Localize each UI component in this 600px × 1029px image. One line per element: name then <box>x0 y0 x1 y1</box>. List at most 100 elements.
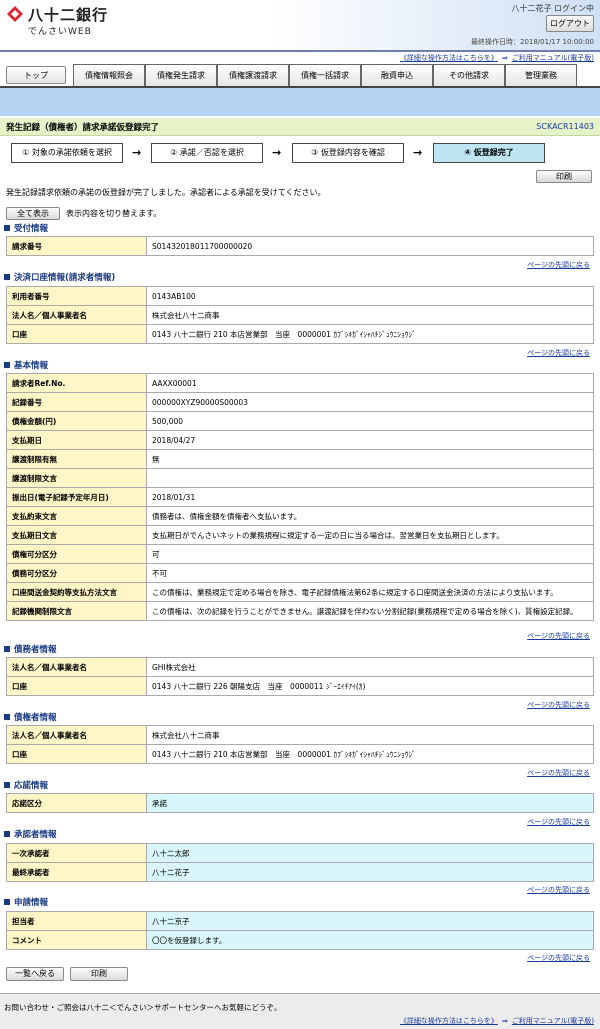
field-label: 請求番号 <box>6 236 147 256</box>
field-label: 譲渡制限有無 <box>6 449 147 469</box>
table-row: 債務可分区分 不可 <box>6 563 594 583</box>
table-row: 口座 0143 八十二銀行 210 本店営業部 当座 0000001 ｶﾌﾞｼｷｶ… <box>6 744 594 764</box>
approver-table: 一次承認者 八十二太郎 最終承認者 八十二花子 <box>6 843 594 882</box>
tab-other-request[interactable]: その他請求 <box>433 64 505 86</box>
field-value: 可 <box>146 544 594 564</box>
section-creditor-heading: 債権者情報 <box>4 711 57 723</box>
step-arrow-icon: → <box>132 146 142 159</box>
field-label: 債務可分区分 <box>6 563 147 583</box>
field-value: 0143 八十二銀行 210 本店営業部 当座 0000001 ｶﾌﾞｼｷｶﾞｲ… <box>146 744 594 764</box>
field-label: 口座 <box>6 744 147 764</box>
section-approver-heading: 承認者情報 <box>4 828 57 840</box>
field-value: 0143AB100 <box>146 286 594 306</box>
field-label: 最終承認者 <box>6 862 147 882</box>
square-bullet-icon <box>4 362 10 368</box>
table-row: 法人名／個人事業者名 株式会社八十二商事 <box>6 305 594 325</box>
section-title: 基本情報 <box>14 361 49 371</box>
back-to-top-link[interactable]: ページの先頭に戻る <box>527 817 590 827</box>
detail-help-link[interactable]: 《詳細な操作方法はこちらを》 <box>400 1017 498 1025</box>
table-row: 一次承認者 八十二太郎 <box>6 843 594 863</box>
field-label: コメント <box>6 930 147 950</box>
section-receipt-heading: 受付情報 <box>4 222 48 234</box>
show-all-button[interactable]: 全て表示 <box>6 207 60 220</box>
tab-top[interactable]: トップ <box>6 66 66 84</box>
manual-link[interactable]: ご利用マニュアル(電子版) <box>512 54 594 62</box>
field-label: 利用者番号 <box>6 286 147 306</box>
back-to-top-link[interactable]: ページの先頭に戻る <box>527 260 590 270</box>
table-row: コメント 〇〇を仮登録します。 <box>6 930 594 950</box>
print-button-top[interactable]: 印刷 <box>536 170 592 183</box>
tab-loan-application[interactable]: 融資申込 <box>361 64 433 86</box>
step-4-current: ④ 仮登録完了 <box>433 143 545 163</box>
field-label: 口座 <box>6 324 147 344</box>
field-value: 承諾 <box>146 793 594 813</box>
table-row: 譲渡制限有無無 <box>6 449 594 469</box>
step-1: ① 対象の承諾依頼を選択 <box>11 143 123 163</box>
field-label: 法人名／個人事業者名 <box>6 657 147 677</box>
field-value: 0143 八十二銀行 226 朝陽支店 当座 0000011 ｼﾞｰｴｲﾁｱｲ(… <box>146 676 594 696</box>
field-label: 法人名／個人事業者名 <box>6 725 147 745</box>
field-value: 500,000 <box>146 411 594 431</box>
back-to-top-link[interactable]: ページの先頭に戻る <box>527 631 590 641</box>
tab-claim-transfer[interactable]: 債権譲渡請求 <box>217 64 289 86</box>
table-row: 口座 0143 八十二銀行 226 朝陽支店 当座 0000011 ｼﾞｰｴｲﾁｱ… <box>6 676 594 696</box>
field-label: 一次承認者 <box>6 843 147 863</box>
completion-message: 発生記録請求依頼の承諾の仮登録が完了しました。承認者による承認を受けてください。 <box>6 188 326 197</box>
manual-link[interactable]: ご利用マニュアル(電子版) <box>512 1017 594 1025</box>
field-label: 譲渡制限文言 <box>6 468 147 488</box>
tab-bulk-request[interactable]: 債権一括請求 <box>289 64 361 86</box>
field-value: 八十二花子 <box>146 862 594 882</box>
field-value: この債権は、次の記録を行うことができません。譲渡記録を伴わない分割記録(業務規程… <box>146 601 594 621</box>
arrow-icon: ⇒ <box>501 1017 508 1025</box>
section-response-heading: 応諾情報 <box>4 779 48 791</box>
field-value <box>146 468 594 488</box>
field-value: GHI株式会社 <box>146 657 594 677</box>
sub-menu-band <box>0 86 600 116</box>
back-to-top-link[interactable]: ページの先頭に戻る <box>527 348 590 358</box>
field-label: 記録機関制限文言 <box>6 601 147 621</box>
back-to-top-link[interactable]: ページの先頭に戻る <box>527 768 590 778</box>
print-button-bottom[interactable]: 印刷 <box>70 967 128 981</box>
table-row: 請求者Ref.No. AAXX00001 <box>6 373 594 393</box>
square-bullet-icon <box>4 225 10 231</box>
table-row: 口座間送金契約等支払方法文言 この債権は、業務規定で定める場合を除き、電子記録債権… <box>6 582 594 602</box>
logout-button[interactable]: ログアウト <box>546 15 594 32</box>
section-debtor-heading: 債務者情報 <box>4 643 57 655</box>
square-bullet-icon <box>4 714 10 720</box>
table-row: 口座 0143 八十二銀行 210 本店営業部 当座 0000001 ｶﾌﾞｼｷｶ… <box>6 324 594 344</box>
help-links: 《詳細な操作方法はこちらを》 ⇒ ご利用マニュアル(電子版) <box>400 53 594 63</box>
step-arrow-icon: → <box>272 146 282 159</box>
bank-logo-text: 八十二銀行 <box>28 6 109 24</box>
field-value: 〇〇を仮登録します。 <box>146 930 594 950</box>
back-to-list-button[interactable]: 一覧へ戻る <box>6 967 64 981</box>
back-to-top-link[interactable]: ページの先頭に戻る <box>527 885 590 895</box>
receipt-table: 請求番号 S01432018011700000020 <box>6 236 594 256</box>
field-value: 株式会社八十二商事 <box>146 725 594 745</box>
field-value: この債権は、業務規定で定める場合を除き、電子記録債権法第62条に規定する口座間送… <box>146 582 594 602</box>
step-2: ② 承諾／否認を選択 <box>151 143 263 163</box>
section-settlement-heading: 決済口座情報(請求者情報) <box>4 271 115 283</box>
field-label: 振出日(電子記録予定年月日) <box>6 487 147 507</box>
back-to-top-link[interactable]: ページの先頭に戻る <box>527 953 590 963</box>
table-row: 記録番号 000000XYZ90000S00003 <box>6 392 594 412</box>
table-row: 応諾区分 承諾 <box>6 793 594 813</box>
table-row: 債権可分区分可 <box>6 544 594 564</box>
field-label: 支払期日文言 <box>6 525 147 545</box>
tab-claim-issue[interactable]: 債権発生請求 <box>145 64 217 86</box>
section-basic-heading: 基本情報 <box>4 359 48 371</box>
table-row: 記録機関制限文言 この債権は、次の記録を行うことができません。譲渡記録を伴わない分… <box>6 601 594 621</box>
tab-admin[interactable]: 管理業務 <box>505 64 577 86</box>
field-label: 口座間送金契約等支払方法文言 <box>6 582 147 602</box>
show-all-description: 表示内容を切り替えます。 <box>66 209 162 218</box>
section-title: 申請情報 <box>14 898 49 908</box>
field-value: 株式会社八十二商事 <box>146 305 594 325</box>
detail-help-link[interactable]: 《詳細な操作方法はこちらを》 <box>400 54 498 62</box>
section-title: 受付情報 <box>14 224 49 234</box>
field-label: 請求者Ref.No. <box>6 373 147 393</box>
table-row: 担当者 八十二京子 <box>6 911 594 931</box>
section-title: 承認者情報 <box>14 830 57 840</box>
screen-id: SCKACR11403 <box>536 122 594 131</box>
table-row: 最終承認者 八十二花子 <box>6 862 594 882</box>
tab-claim-inquiry[interactable]: 債権情報照会 <box>73 64 145 86</box>
back-to-top-link[interactable]: ページの先頭に戻る <box>527 700 590 710</box>
